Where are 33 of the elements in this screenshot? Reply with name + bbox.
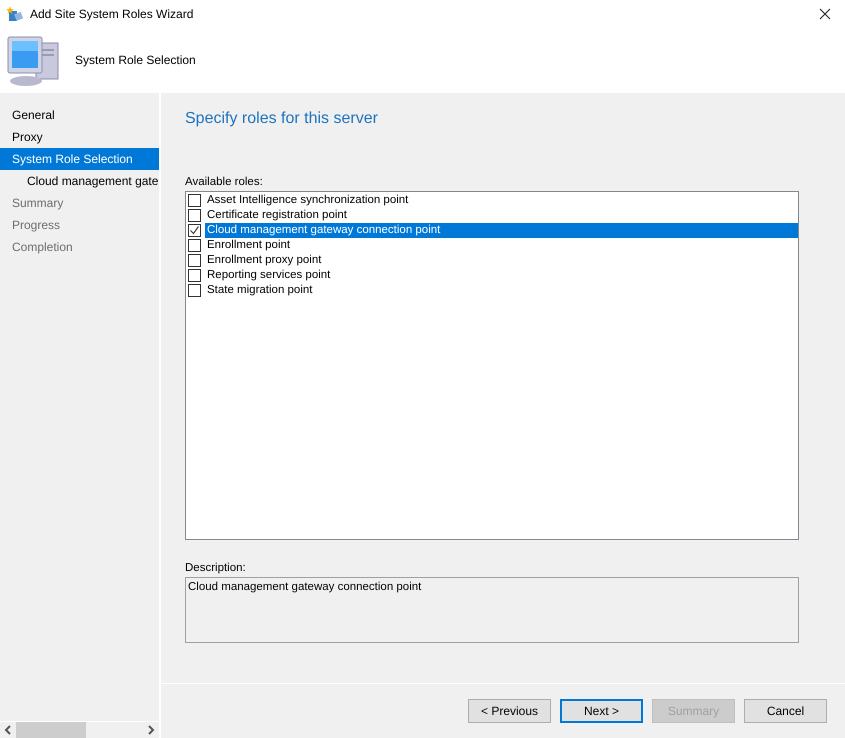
list-item[interactable]: Cloud management gateway connection point [205,223,798,238]
close-icon[interactable] [819,8,831,20]
sidebar-item[interactable]: Cloud management gate [0,170,159,192]
window-title: Add Site System Roles Wizard [30,6,194,20]
list-item[interactable]: State migration point [205,283,798,298]
roles-list[interactable]: Asset Intelligence synchronization point Certificate registration point Cloud management gateway connection point Enrollment point Enrollment proxy point Reporting services point State migration point [185,191,799,540]
sidebar-item[interactable]: General [0,104,159,126]
list-item[interactable]: Reporting services point [205,268,798,283]
list-item[interactable]: Asset Intelligence synchronization point [205,193,798,208]
list-item[interactable]: Certificate registration point [205,208,798,223]
checkbox[interactable] [188,239,201,252]
sidebar-item[interactable]: System Role Selection [0,148,159,170]
chevron-left-icon[interactable] [4,725,12,735]
sidebar-item[interactable]: Proxy [0,126,159,148]
list-item[interactable]: Enrollment proxy point [205,253,798,268]
section-heading: Specify roles for this server [185,110,379,129]
wizard-button[interactable]: Next > [560,699,643,723]
checkbox[interactable] [188,209,201,222]
checkbox[interactable] [188,284,201,297]
wizard-button[interactable]: < Previous [468,699,551,723]
wizard-icon [6,4,24,22]
list-item[interactable]: Enrollment point [205,238,798,253]
chevron-right-icon[interactable] [147,725,155,735]
field-label: Available roles: [185,176,264,190]
checkbox[interactable] [188,254,201,267]
checkbox[interactable] [188,194,201,207]
checkbox[interactable] [188,224,201,237]
checkbox[interactable] [188,269,201,282]
field-label: Description: [185,562,247,576]
description-box: Cloud management gateway connection point [185,577,799,643]
page-title: System Role Selection [75,53,196,67]
scrollbar[interactable] [0,721,159,738]
wizard-button[interactable]: Cancel [744,699,827,723]
